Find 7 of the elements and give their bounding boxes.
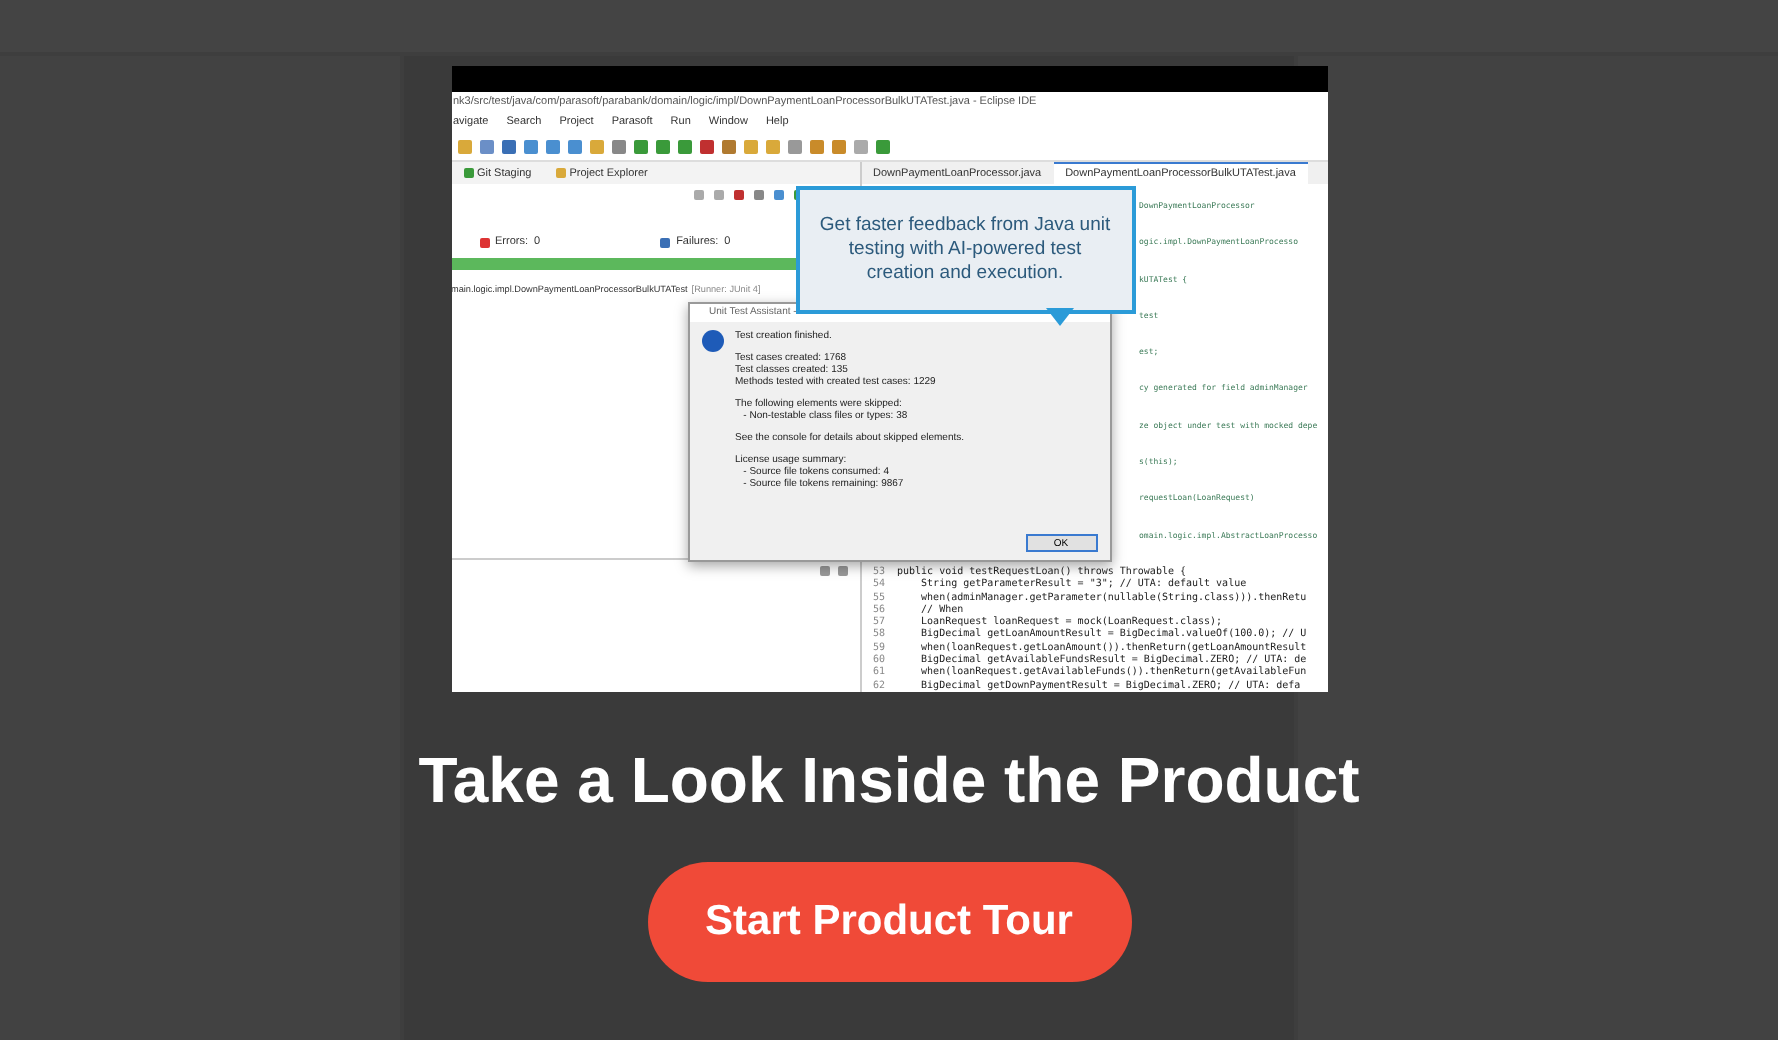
callout-pointer-icon [1045,308,1073,326]
callout-tooltip: Get faster feedback from Java unit testing with AI-powered test creation and execution. [795,186,1135,314]
failure-icon [660,237,671,247]
start-tour-button[interactable]: Start Product Tour [647,862,1131,982]
error-icon [479,237,489,247]
section-heading: Take a Look Inside the Product [418,744,1360,818]
info-icon [701,330,723,352]
